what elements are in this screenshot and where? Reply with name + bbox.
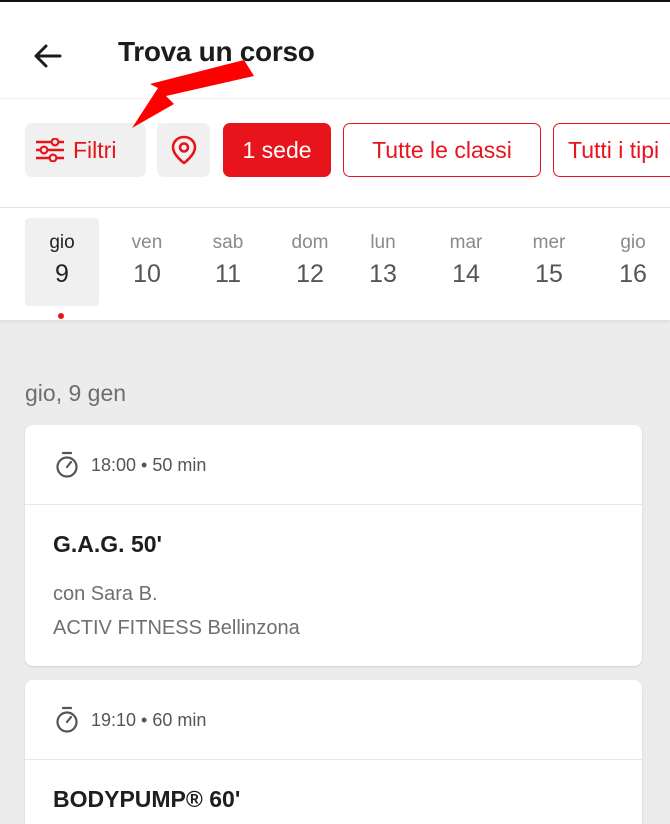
class-time: 19:10 • 60 min [91,709,207,730]
day-number: 15 [535,260,563,288]
day-weekday: mer [532,232,566,253]
day-item[interactable]: gio 9 [25,218,99,319]
class-card[interactable]: 19:10 • 60 min BODYPUMP® 60' [25,680,642,824]
classes-chip[interactable]: Tutte le classi [343,123,541,177]
day-number: 10 [133,260,161,288]
app-bar: Trova un corso [0,2,670,98]
day-weekday: ven [131,232,163,253]
filters-label: Filtri [73,136,117,163]
map-pin-icon [171,135,196,165]
day-weekday: mar [449,232,483,253]
back-button[interactable] [30,38,66,74]
venue-label: 1 sede [242,136,312,163]
day-item[interactable]: mer 15 [512,218,586,306]
day-item[interactable]: gio 16 [596,218,670,306]
arrow-left-icon [34,44,62,68]
page-title: Trova un corso [118,36,315,67]
class-time-row: 19:10 • 60 min [55,706,206,734]
card-divider [25,759,642,760]
day-item[interactable]: dom 12 [273,218,347,306]
day-item[interactable]: ven 10 [110,218,184,306]
day-weekday: sab [212,232,244,253]
sliders-icon [36,138,64,162]
class-location: ACTIV FITNESS Bellinzona [53,617,300,639]
classes-label: Tutte le classi [372,136,512,163]
day-number: 9 [55,260,69,288]
classes-indicator-dot [58,313,64,319]
day-number: 11 [215,260,241,288]
day-weekday: dom [291,232,329,253]
card-divider [25,504,642,505]
day-item[interactable]: lun 13 [346,218,420,306]
class-time-row: 18:00 • 50 min [55,451,206,479]
date-selector: gio 9 ven 10 sab 11 dom 12 lun 13 mar 14… [0,208,670,320]
day-item[interactable]: mar 14 [429,218,503,306]
day-number: 14 [452,260,480,288]
types-label: Tutti i tipi [568,136,660,163]
stopwatch-icon [56,451,78,478]
class-name: BODYPUMP® 60' [53,786,241,812]
day-item[interactable]: sab 11 [191,218,265,306]
day-number: 13 [369,260,397,288]
location-button[interactable] [157,123,210,177]
venue-chip[interactable]: 1 sede [223,123,331,177]
class-name: G.A.G. 50' [53,531,163,557]
day-number: 12 [296,260,324,288]
filters-button[interactable]: Filtri [25,123,146,177]
stopwatch-icon [56,706,78,733]
day-weekday: gio [620,232,646,253]
types-chip[interactable]: Tutti i tipi [553,123,670,177]
section-date-heading: gio, 9 gen [25,380,127,406]
day-weekday: lun [370,232,396,253]
class-card[interactable]: 18:00 • 50 min G.A.G. 50' con Sara B. AC… [25,425,642,666]
day-number: 16 [619,260,647,288]
class-instructor: con Sara B. [53,583,158,605]
day-weekday: gio [49,232,75,253]
class-time: 18:00 • 50 min [91,454,207,475]
filter-bar: Filtri 1 sede Tutte le classi Tutti i ti… [0,98,670,208]
